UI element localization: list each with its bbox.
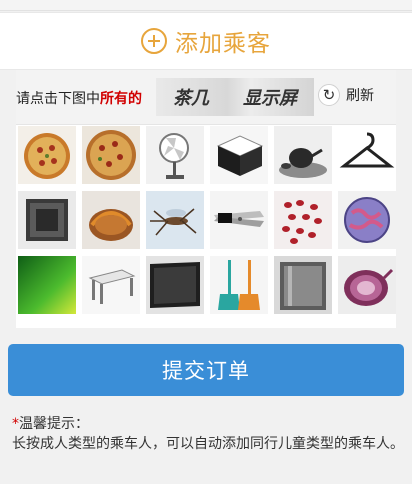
captcha-image-brooms[interactable] bbox=[210, 256, 268, 314]
captcha-image-box[interactable] bbox=[18, 191, 76, 249]
captcha-image-grid bbox=[16, 126, 398, 317]
captcha-keywords-image: 茶几 显示屏 bbox=[156, 78, 314, 116]
captcha-image-monitor[interactable] bbox=[146, 256, 204, 314]
captcha-image-onion[interactable] bbox=[338, 256, 396, 314]
tips-title: 温馨提示： bbox=[19, 416, 89, 432]
captcha-image-pizza[interactable] bbox=[18, 126, 76, 184]
captcha-image-coffee-table[interactable] bbox=[82, 256, 140, 314]
tips-text: 长按成人类型的乘车人，可以自动添加同行儿童类型的乘车人。 bbox=[12, 436, 404, 452]
captcha-image-scissors[interactable] bbox=[210, 191, 268, 249]
tips-title-line: *温馨提示： bbox=[12, 414, 404, 434]
captcha-header: 请点击下图中所有的 茶几 显示屏 ↻ 刷新 bbox=[16, 70, 396, 125]
captcha-image-box[interactable] bbox=[210, 126, 268, 184]
refresh-icon: ↻ bbox=[318, 84, 340, 106]
tips-section: *温馨提示： 长按成人类型的乘车人，可以自动添加同行儿童类型的乘车人。 bbox=[12, 414, 404, 454]
captcha-image-globe[interactable] bbox=[338, 191, 396, 249]
captcha-prompt: 请点击下图中所有的 bbox=[16, 88, 142, 108]
tips-marker: * bbox=[12, 416, 19, 432]
plus-circle-icon bbox=[141, 28, 167, 54]
captcha-image-hanger[interactable] bbox=[338, 126, 396, 184]
captcha-keyword: 茶几 bbox=[173, 88, 209, 109]
captcha-prompt-emphasis: 所有的 bbox=[100, 91, 142, 107]
captcha-image-red-beans[interactable] bbox=[274, 191, 332, 249]
captcha-image-green-screen[interactable] bbox=[18, 256, 76, 314]
captcha-image-trash-bin[interactable] bbox=[274, 256, 332, 314]
captcha-image-tea-set[interactable] bbox=[274, 126, 332, 184]
captcha-image-pizza[interactable] bbox=[82, 126, 140, 184]
captcha-panel: 请点击下图中所有的 茶几 显示屏 ↻ 刷新 bbox=[16, 70, 396, 328]
add-passenger-label: 添加乘客 bbox=[175, 31, 271, 57]
captcha-image-mosquito[interactable] bbox=[146, 191, 204, 249]
add-passenger-button[interactable]: 添加乘客 bbox=[0, 12, 412, 70]
submit-order-label: 提交订单 bbox=[162, 359, 250, 383]
top-status-strip bbox=[0, 0, 412, 11]
captcha-image-basket[interactable] bbox=[82, 191, 140, 249]
submit-order-button[interactable]: 提交订单 bbox=[8, 344, 404, 396]
captcha-image-fan[interactable] bbox=[146, 126, 204, 184]
refresh-label: 刷新 bbox=[346, 88, 374, 104]
captcha-refresh-button[interactable]: ↻ 刷新 bbox=[318, 84, 374, 106]
captcha-keyword: 显示屏 bbox=[243, 88, 297, 109]
captcha-prompt-prefix: 请点击下图中 bbox=[16, 91, 100, 107]
